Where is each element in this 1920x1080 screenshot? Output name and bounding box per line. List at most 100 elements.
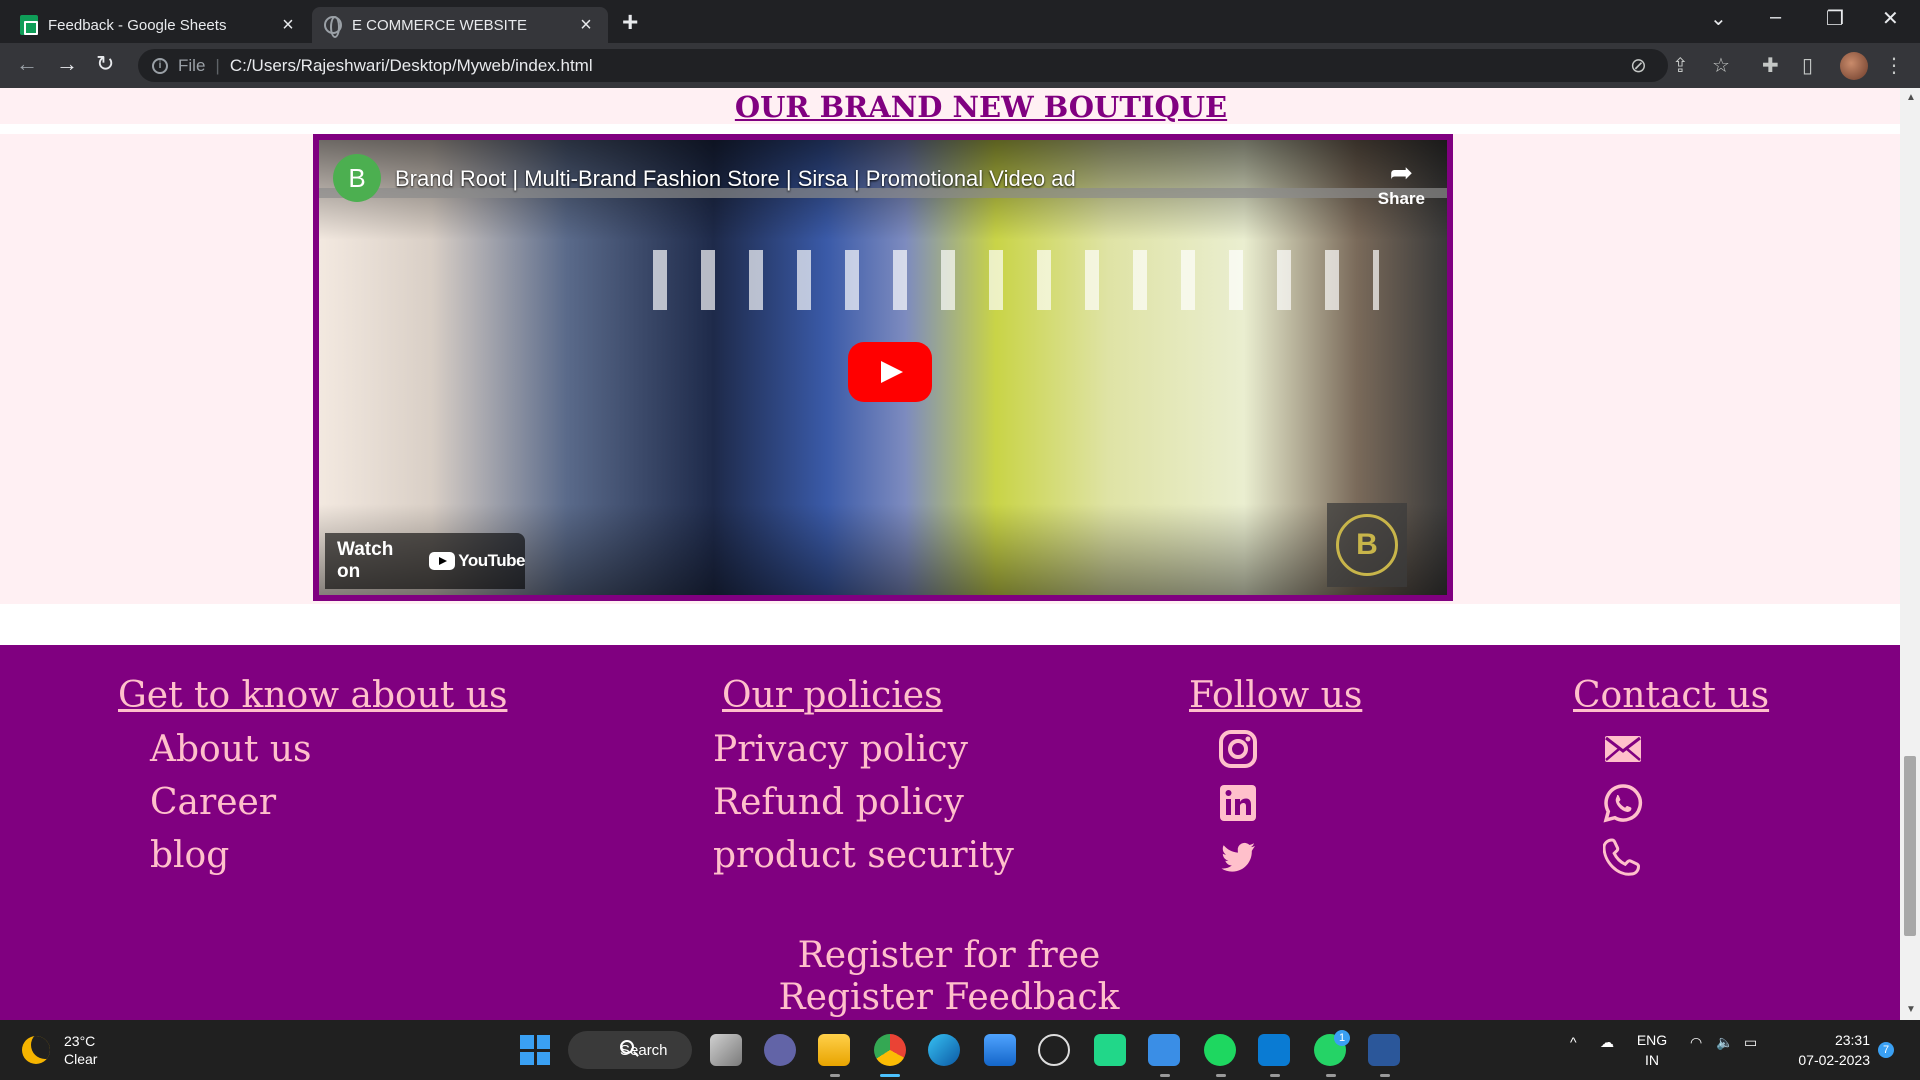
thumbnail-hangers: [619, 250, 1379, 310]
tab-feedback-sheets[interactable]: Feedback - Google Sheets ×: [8, 7, 310, 43]
region-code: IN: [1645, 1052, 1659, 1068]
scrollbar-thumb[interactable]: [1904, 756, 1916, 936]
info-icon[interactable]: i: [152, 57, 168, 74]
phone-icon[interactable]: [1603, 837, 1643, 877]
profile-avatar[interactable]: [1840, 52, 1868, 80]
page-viewport: OUR BRAND NEW BOUTIQUE B Brand Root | Mu…: [0, 88, 1900, 1020]
running-indicator: [1380, 1074, 1390, 1077]
whatsapp-badge: 1: [1334, 1030, 1350, 1046]
task-view-icon[interactable]: [710, 1034, 742, 1066]
weather-widget[interactable]: 23°C Clear: [22, 1032, 97, 1068]
battery-icon[interactable]: ▭: [1744, 1034, 1757, 1051]
teams-chat-icon[interactable]: [764, 1034, 796, 1066]
google-sheets-icon: [20, 15, 38, 35]
watch-on-youtube-button[interactable]: Watch on YouTube: [325, 533, 525, 589]
footer-link-refund-policy[interactable]: Refund policy: [713, 782, 964, 823]
whatsapp-icon[interactable]: [1603, 783, 1643, 823]
spotify-icon[interactable]: [1204, 1034, 1236, 1066]
eye-off-icon[interactable]: ⊘: [1630, 53, 1647, 78]
more-menu-icon[interactable]: ⋮: [1884, 53, 1904, 78]
scroll-down-arrow-icon[interactable]: ▼: [1906, 1004, 1916, 1015]
weather-description: Clear: [64, 1051, 98, 1067]
youtube-play-icon: [429, 552, 456, 570]
tab-title: Feedback - Google Sheets: [48, 16, 227, 34]
footer-link-about-us[interactable]: About us: [150, 729, 311, 770]
instagram-icon[interactable]: [1218, 729, 1258, 769]
share-icon[interactable]: ⇪: [1672, 53, 1689, 78]
footer-link-career[interactable]: Career: [150, 782, 276, 823]
footer-heading-policies: Our policies: [722, 675, 943, 716]
divider: |: [215, 55, 220, 75]
page-scrollbar[interactable]: ▲ ▼: [1900, 88, 1920, 1020]
language-indicator[interactable]: ENG IN: [1634, 1030, 1670, 1070]
youtube-logo: YouTube: [429, 551, 525, 571]
active-indicator: [880, 1074, 900, 1077]
scroll-up-arrow-icon[interactable]: ▲: [1906, 92, 1916, 103]
dell-icon[interactable]: [1038, 1034, 1070, 1066]
notification-count-badge[interactable]: 7: [1878, 1042, 1894, 1058]
watermark-logo: B: [1336, 514, 1398, 576]
close-tab-icon[interactable]: ×: [576, 14, 596, 37]
restore-button[interactable]: ❐: [1826, 6, 1844, 31]
language-code: ENG: [1636, 1032, 1668, 1048]
tab-ecommerce-website[interactable]: E COMMERCE WEBSITE ×: [312, 7, 608, 43]
footer-heading-contact: Contact us: [1573, 675, 1770, 716]
section-title: OUR BRAND NEW BOUTIQUE: [734, 90, 1228, 124]
notepad-icon[interactable]: [1148, 1034, 1180, 1066]
bookmark-star-icon[interactable]: ☆: [1712, 53, 1730, 78]
browser-toolbar: ← → ↻ i File | C:/Users/Rajeshwari/Deskt…: [0, 43, 1920, 88]
system-clock[interactable]: 23:31 07-02-2023: [1780, 1030, 1870, 1070]
windows-start-icon[interactable]: [520, 1035, 550, 1065]
mail-icon[interactable]: [1603, 729, 1643, 769]
mail-app-icon[interactable]: [984, 1034, 1016, 1066]
channel-watermark[interactable]: B: [1327, 503, 1407, 587]
register-feedback-row: Register Feedback: [0, 977, 1900, 1018]
onedrive-cloud-icon[interactable]: ☁: [1600, 1034, 1614, 1051]
show-hidden-icons-chevron-icon[interactable]: ^: [1570, 1034, 1577, 1050]
video-title[interactable]: Brand Root | Multi-Brand Fashion Store |…: [395, 166, 1076, 192]
close-tab-icon[interactable]: ×: [278, 14, 298, 37]
volume-icon[interactable]: 🔈: [1716, 1034, 1733, 1051]
clock-date: 07-02-2023: [1798, 1052, 1870, 1068]
play-button[interactable]: [848, 342, 932, 402]
register-free-link[interactable]: Register for free: [798, 935, 1101, 976]
site-footer: Get to know about us About us Career blo…: [0, 645, 1900, 1020]
linkedin-icon[interactable]: [1218, 783, 1258, 823]
weather-temperature: 23°C: [64, 1033, 96, 1049]
scheme-label: File: [178, 55, 206, 75]
register-feedback-link[interactable]: Register Feedback: [778, 977, 1119, 1018]
moon-icon: [22, 1036, 50, 1064]
running-indicator: [1216, 1074, 1226, 1077]
minimize-button[interactable]: –: [1770, 6, 1781, 29]
vscode-icon[interactable]: [1258, 1034, 1290, 1066]
channel-avatar[interactable]: B: [333, 154, 381, 202]
share-arrow-icon: ➦: [1389, 157, 1414, 188]
close-window-button[interactable]: ✕: [1882, 6, 1899, 31]
extensions-puzzle-icon[interactable]: ✚: [1762, 53, 1779, 78]
pycharm-icon[interactable]: [1094, 1034, 1126, 1066]
footer-link-privacy-policy[interactable]: Privacy policy: [713, 729, 968, 770]
running-indicator: [1270, 1074, 1280, 1077]
forward-arrow-icon[interactable]: →: [56, 51, 78, 77]
chrome-icon[interactable]: [874, 1034, 906, 1066]
url-text[interactable]: C:/Users/Rajeshwari/Desktop/Myweb/index.…: [230, 56, 593, 76]
share-label: Share: [1377, 189, 1425, 208]
taskbar-search-box[interactable]: Search: [568, 1031, 692, 1069]
word-icon[interactable]: [1368, 1034, 1400, 1066]
youtube-embed[interactable]: B Brand Root | Multi-Brand Fashion Store…: [313, 134, 1453, 601]
twitter-icon[interactable]: [1218, 837, 1258, 877]
wifi-icon[interactable]: ◠: [1690, 1034, 1702, 1051]
file-explorer-icon[interactable]: [818, 1034, 850, 1066]
back-arrow-icon[interactable]: ←: [16, 51, 38, 77]
reload-icon[interactable]: ↻: [96, 51, 114, 77]
edge-icon[interactable]: [928, 1034, 960, 1066]
footer-link-product-security[interactable]: product security: [713, 835, 1014, 876]
share-button[interactable]: ➦ Share: [1378, 156, 1425, 209]
footer-heading-follow: Follow us: [1189, 675, 1363, 716]
address-bar[interactable]: i File | C:/Users/Rajeshwari/Desktop/Myw…: [138, 49, 1668, 82]
footer-link-blog[interactable]: blog: [150, 835, 229, 876]
new-tab-button[interactable]: +: [622, 6, 638, 38]
side-panel-icon[interactable]: ▯: [1802, 53, 1813, 78]
youtube-label: YouTube: [458, 551, 525, 570]
tab-search-chevron-icon[interactable]: ⌄: [1710, 6, 1727, 31]
